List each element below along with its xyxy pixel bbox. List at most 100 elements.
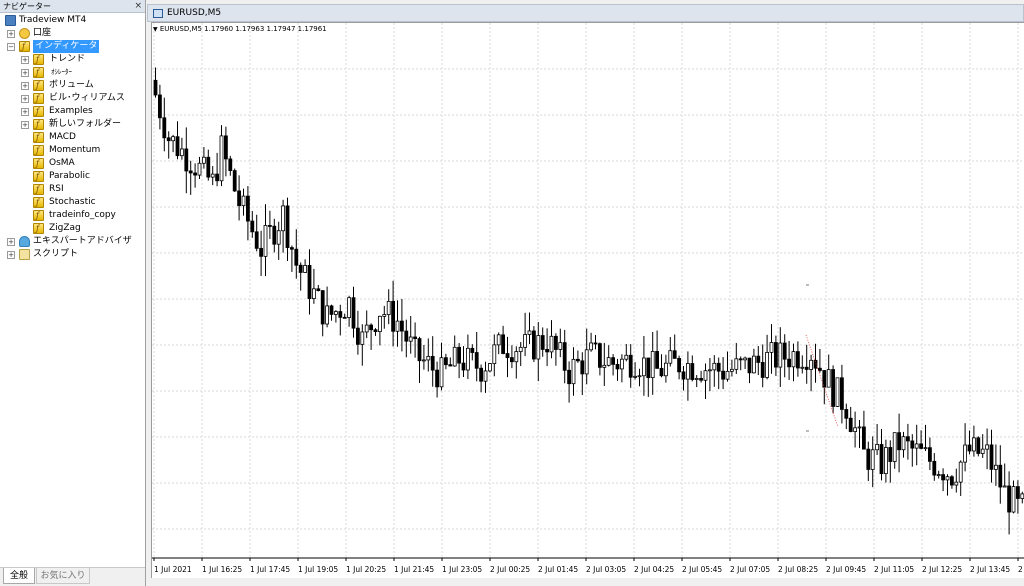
candle-body (738, 358, 743, 361)
expand-icon[interactable]: + (21, 69, 29, 77)
candle-body (545, 349, 550, 353)
tree-item-label: OsMA (49, 158, 75, 168)
candle-body (932, 460, 937, 476)
candle-body (179, 148, 184, 157)
candle-body (694, 378, 699, 380)
indicator-icon (33, 196, 44, 209)
x-tick-label: 2 J (1018, 565, 1024, 574)
candle-body (870, 449, 875, 470)
candle-body (571, 358, 576, 385)
candle-body (413, 336, 418, 340)
x-tick-label: 2 Jul 13:45 (970, 565, 1010, 574)
candle-body (465, 347, 470, 371)
candlestick-chart[interactable]: 1 Jul 2021 1 Jul 16:25 1 Jul 17:45 1 Jul 19… (152, 23, 1024, 578)
candle-body (980, 448, 985, 454)
close-icon[interactable]: × (134, 0, 142, 12)
expand-icon[interactable]: + (21, 95, 29, 103)
x-tick-label: 2 Jul 04:25 (634, 565, 674, 574)
x-tick-label: 2 Jul 09:45 (826, 565, 866, 574)
indicator-folder-icon (33, 118, 44, 131)
chart-title-bar: EURUSD,M5 (147, 4, 1024, 22)
tab-all[interactable]: 全般 (3, 568, 35, 584)
candle-body (237, 190, 241, 207)
candle-body (509, 357, 514, 363)
candle-body (681, 371, 686, 380)
x-tick-label: 1 Jul 20:25 (346, 565, 386, 574)
candle-body (184, 148, 189, 172)
indicator-folder-icon (33, 53, 44, 66)
candle-body (487, 363, 492, 372)
candle-body (597, 343, 602, 368)
candle-body (950, 476, 954, 486)
x-tick-label: 1 Jul 2021 (154, 565, 192, 574)
tree-item-label: インディケータ (33, 40, 100, 53)
x-tick-label: 2 Jul 12:25 (922, 565, 962, 574)
expand-icon[interactable]: + (21, 108, 29, 116)
candle-body (479, 367, 484, 382)
chart-canvas[interactable]: 1 Jul 2021 1 Jul 16:25 1 Jul 17:45 1 Jul 19… (151, 22, 1024, 578)
candle-body (972, 437, 976, 452)
dropdown-arrow-icon[interactable]: ▼ (153, 26, 158, 33)
candle-body (884, 447, 888, 475)
chart-info-line: ▼ EURUSD,M5 1.17960 1.17963 1.17947 1.17… (153, 24, 327, 35)
candle-body (796, 351, 800, 369)
candle-body (263, 225, 268, 257)
candle-body (646, 357, 651, 379)
expand-icon[interactable]: + (7, 238, 15, 246)
indicator-icon (33, 144, 44, 157)
candle-body (637, 375, 642, 378)
candle-body (501, 334, 506, 354)
x-tick-label: 1 Jul 19:05 (298, 565, 338, 574)
candle-body (360, 331, 365, 345)
navigator-panel: ナビゲーター × Tradeview MT4 + 口座 − インディケータ (0, 0, 146, 586)
candle-body (320, 290, 325, 325)
candle-body (888, 447, 893, 462)
indicator-icon (33, 222, 44, 235)
candle-body (166, 137, 171, 142)
candle-body (294, 248, 299, 266)
candle-body (734, 358, 739, 370)
tree-item-label: Stochastic (49, 197, 96, 207)
candle-body (760, 362, 765, 378)
candle-body (818, 367, 822, 371)
candle-body (787, 358, 791, 368)
candle-body (562, 342, 567, 371)
navigator-title: ナビゲーター (3, 2, 51, 11)
expand-icon[interactable]: + (21, 121, 29, 129)
candle-body (919, 443, 923, 449)
tree-item-label: スクリプト (33, 249, 79, 259)
candle-body (549, 335, 554, 353)
tree-item-label: MACD (49, 132, 76, 142)
candle-body (791, 351, 796, 368)
expand-icon[interactable]: + (21, 56, 29, 64)
indicator-folder-icon (33, 105, 44, 118)
candle-body (809, 359, 813, 370)
expand-icon[interactable]: + (21, 82, 29, 90)
candle-body (470, 347, 475, 353)
candle-body (386, 300, 391, 315)
candle-body (492, 344, 497, 364)
x-tick-label: 2 Jul 07:05 (730, 565, 770, 574)
indicator-icon (33, 157, 44, 170)
chart-bottom-strip (151, 578, 1024, 586)
candle-body (906, 436, 910, 442)
tab-favorites[interactable]: お気に入り (36, 568, 90, 584)
candle-body (351, 297, 356, 329)
candle-body (347, 297, 352, 318)
chart-window: EURUSD,M5 1 Jul 2021 1 Jul 16:25 1 Jul 17:… (147, 0, 1024, 586)
x-tick-label: 2 Jul 03:05 (586, 565, 626, 574)
expand-icon[interactable]: + (7, 251, 15, 259)
x-tick-label: 2 Jul 01:45 (538, 565, 578, 574)
x-tick-label: 2 Jul 05:45 (682, 565, 722, 574)
candle-body (659, 367, 664, 377)
candle-body (523, 334, 528, 348)
candle-body (272, 225, 277, 245)
candle-body (954, 481, 959, 486)
candle-body (945, 476, 950, 481)
candle-body (879, 444, 884, 475)
expand-icon[interactable]: + (7, 30, 15, 38)
collapse-icon[interactable]: − (7, 43, 15, 51)
terminal-icon (5, 15, 16, 26)
candle-body (215, 173, 219, 182)
candle-body (708, 369, 712, 372)
